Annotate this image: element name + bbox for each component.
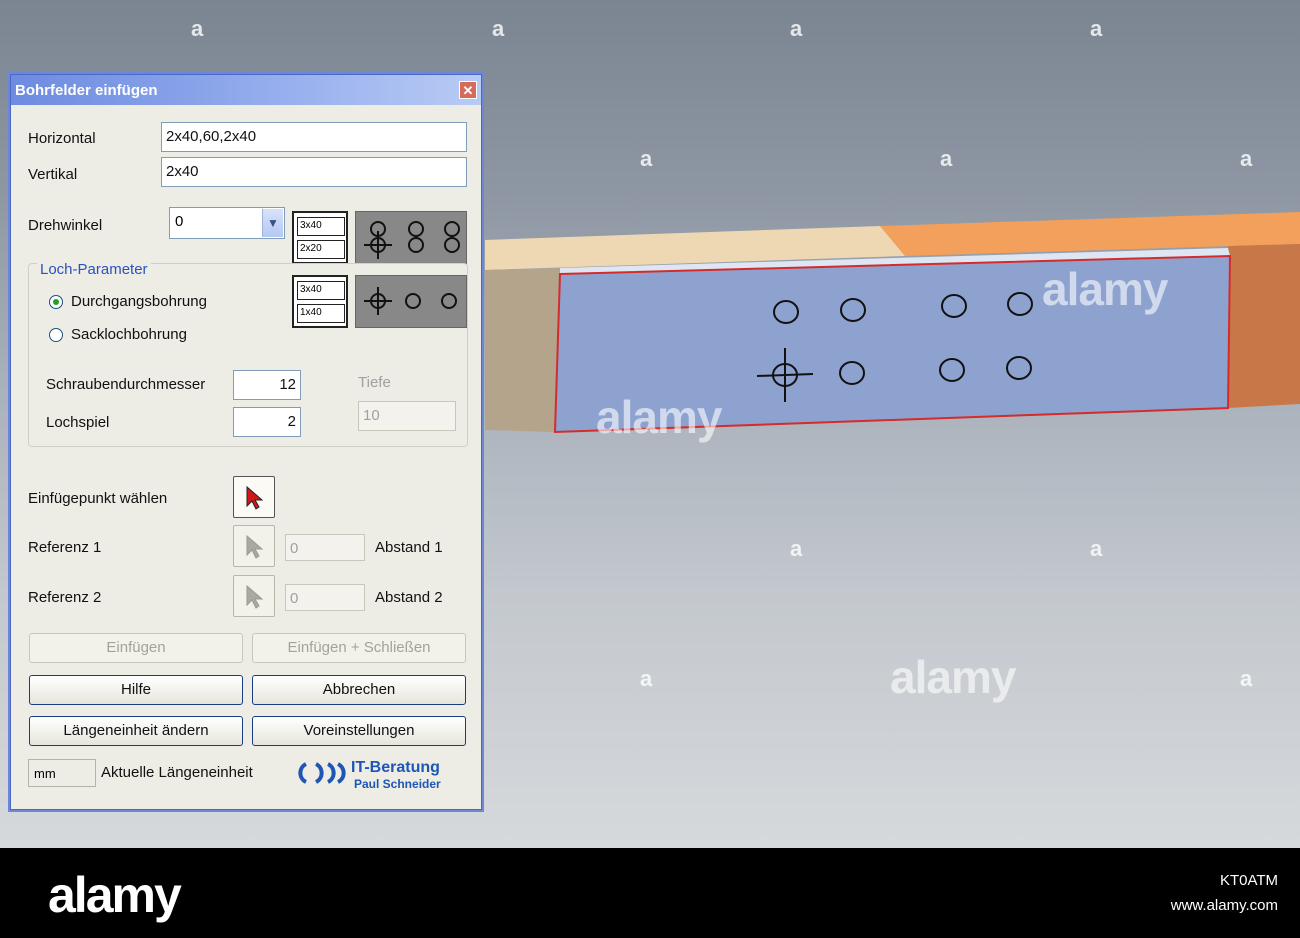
cursor-arrow-icon xyxy=(246,486,264,510)
pattern-cell-bottom: 1x40 xyxy=(297,304,345,323)
reference-2-pick-button[interactable] xyxy=(233,575,275,617)
current-unit-field: mm xyxy=(28,759,96,787)
insert-point-label: Einfügepunkt wählen xyxy=(28,490,168,507)
rotation-label: Drehwinkel xyxy=(28,217,103,234)
hole-parameters-legend: Loch-Parameter xyxy=(37,261,151,278)
blind-hole-label[interactable]: Sacklochbohrung xyxy=(71,326,187,343)
cursor-arrow-icon xyxy=(246,535,264,559)
brand-owner: Paul Schneider xyxy=(354,777,441,791)
current-unit-label: Aktuelle Längeneinheit xyxy=(101,764,253,781)
distance-2-label: Abstand 2 xyxy=(375,589,443,606)
pattern-option-2-preview[interactable] xyxy=(355,275,467,328)
clearance-label: Lochspiel xyxy=(46,414,110,431)
cancel-button[interactable]: Abbrechen xyxy=(252,675,466,705)
insert-button[interactable]: Einfügen xyxy=(29,633,243,663)
chevron-down-icon[interactable]: ▼ xyxy=(262,209,283,237)
depth-input[interactable]: 10 xyxy=(358,401,456,431)
pattern-option-2-diagram[interactable]: 3x40 1x40 xyxy=(292,275,348,328)
cursor-arrow-icon xyxy=(246,585,264,609)
bolt-diameter-input[interactable]: 12 xyxy=(233,370,301,400)
watermark-word: alamy xyxy=(596,391,722,443)
defaults-button[interactable]: Voreinstellungen xyxy=(252,716,466,746)
watermark-bar xyxy=(0,848,1300,938)
watermark-glyph: a xyxy=(1090,536,1103,561)
change-unit-button[interactable]: Längeneinheit ändern xyxy=(29,716,243,746)
through-hole-label[interactable]: Durchgangsbohrung xyxy=(71,293,207,310)
depth-label: Tiefe xyxy=(358,374,391,391)
pattern-option-1-diagram[interactable]: 3x40 2x20 xyxy=(292,211,348,264)
beam-front-brown xyxy=(485,268,560,432)
watermark-word: alamy xyxy=(1042,263,1168,315)
brand-name: IT-Beratung xyxy=(351,759,440,776)
watermark-word: alamy xyxy=(890,651,1016,703)
watermark-glyph: a xyxy=(1090,16,1103,41)
reference-1-label: Referenz 1 xyxy=(28,539,102,556)
beam-front-dark xyxy=(1228,244,1300,408)
reference-2-label: Referenz 2 xyxy=(28,589,102,606)
hole-pattern-icon xyxy=(364,287,457,315)
watermark-glyph: a xyxy=(191,16,204,41)
insert-point-pick-button[interactable] xyxy=(233,476,275,518)
pattern-cell-top: 3x40 xyxy=(297,281,345,300)
watermark-glyph: a xyxy=(1240,666,1253,691)
through-hole-radio[interactable] xyxy=(49,295,63,309)
horizontal-input[interactable]: 2x40,60,2x40 xyxy=(161,122,467,152)
watermark-glyph: a xyxy=(1240,146,1253,171)
blind-hole-radio[interactable] xyxy=(49,328,63,342)
watermark-glyph: a xyxy=(640,146,653,171)
drill-pattern-dialog: Bohrfelder einfügen ✕ Horizontal 2x40,60… xyxy=(10,74,482,810)
brand-logo-icon xyxy=(298,762,346,784)
pattern-option-1-preview[interactable] xyxy=(355,211,467,264)
watermark-glyph: a xyxy=(790,16,803,41)
dialog-titlebar[interactable]: Bohrfelder einfügen ✕ xyxy=(11,75,481,105)
clearance-input[interactable]: 2 xyxy=(233,407,301,437)
watermark-glyph: a xyxy=(940,146,953,171)
watermark-url: www.alamy.com xyxy=(1170,897,1278,914)
horizontal-label: Horizontal xyxy=(28,130,96,147)
vertical-input[interactable]: 2x40 xyxy=(161,157,467,187)
insert-close-button[interactable]: Einfügen + Schließen xyxy=(252,633,466,663)
close-button[interactable]: ✕ xyxy=(459,81,477,99)
reference-1-pick-button[interactable] xyxy=(233,525,275,567)
pattern-cell-bottom: 2x20 xyxy=(297,240,345,259)
hole-pattern-icon xyxy=(364,221,460,259)
rotation-value: 0 xyxy=(175,213,184,230)
distance-1-label: Abstand 1 xyxy=(375,539,443,556)
reference-2-distance-input[interactable]: 0 xyxy=(285,584,365,611)
reference-1-distance-input[interactable]: 0 xyxy=(285,534,365,561)
pattern-cell-top: 3x40 xyxy=(297,217,345,236)
watermark-glyph: a xyxy=(790,536,803,561)
rotation-select[interactable]: 0 ▼ xyxy=(169,207,285,239)
watermark-image-id: KT0ATM xyxy=(1219,872,1278,889)
watermark-glyph: a xyxy=(492,16,505,41)
vertical-label: Vertikal xyxy=(28,166,78,183)
watermark-glyph: a xyxy=(640,666,653,691)
dialog-title: Bohrfelder einfügen xyxy=(15,82,158,99)
bolt-diameter-label: Schraubendurchmesser xyxy=(46,376,206,393)
help-button[interactable]: Hilfe xyxy=(29,675,243,705)
watermark-logo: alamy xyxy=(48,867,182,923)
